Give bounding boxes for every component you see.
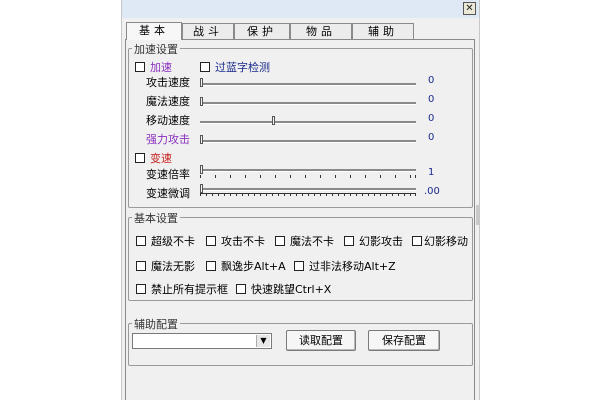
attack-speed-track (200, 83, 416, 86)
accel-settings-group (128, 48, 473, 208)
phantom-move-label: 幻影移动 (424, 235, 468, 248)
save-config-button[interactable]: 保存配置 (368, 330, 440, 351)
attack-no-lag-label: 攻击不卡 (221, 235, 265, 248)
magic-no-lag-label: 魔法不卡 (290, 235, 334, 248)
tab-items[interactable]: 物品 (290, 23, 352, 40)
magic-speed-track (200, 102, 416, 105)
move-speed-value: 0 (428, 113, 435, 124)
bypass-illegal-move-checkbox[interactable] (294, 261, 304, 271)
float-step-label: 飘逸步Alt+A (221, 260, 286, 273)
title-bar: ✕ (122, 0, 479, 18)
attack-speed-slider[interactable] (200, 78, 203, 87)
power-attack-label: 强力攻击 (146, 133, 190, 146)
tab-combat[interactable]: 战斗 (182, 23, 234, 40)
panel-edge-marker (476, 205, 479, 225)
phantom-attack-checkbox[interactable] (344, 236, 354, 246)
close-button[interactable]: ✕ (463, 2, 476, 15)
quick-jump-checkbox[interactable] (236, 284, 246, 294)
speed-change-label: 变速 (150, 152, 172, 165)
magic-no-shadow-label: 魔法无影 (151, 260, 195, 273)
config-select[interactable]: ▼ (132, 333, 272, 349)
disable-all-prompts-label: 禁止所有提示框 (151, 283, 228, 296)
speed-rate-slider[interactable] (200, 165, 203, 174)
accel-settings-legend: 加速设置 (132, 41, 180, 57)
basic-settings-legend: 基本设置 (132, 210, 180, 226)
magic-speed-slider[interactable] (200, 97, 203, 106)
bypass-illegal-move-label: 过非法移动Alt+Z (309, 260, 396, 273)
attack-speed-label: 攻击速度 (146, 76, 190, 89)
speed-fine-value: .00 (424, 186, 440, 197)
speed-fine-slider[interactable] (200, 184, 203, 193)
read-config-button[interactable]: 读取配置 (286, 330, 356, 351)
speed-fine-track (200, 188, 416, 191)
bypass-blue-text-label: 过蓝字检测 (215, 61, 270, 74)
speed-rate-track (200, 169, 416, 172)
super-no-lag-label: 超级不卡 (151, 235, 195, 248)
move-speed-track (200, 121, 416, 124)
speed-rate-label: 变速倍率 (146, 168, 190, 181)
disable-all-prompts-checkbox[interactable] (136, 284, 146, 294)
magic-speed-label: 魔法速度 (146, 95, 190, 108)
magic-no-shadow-checkbox[interactable] (136, 261, 146, 271)
float-step-checkbox[interactable] (206, 261, 216, 271)
speed-fine-label: 变速微调 (146, 187, 190, 200)
power-attack-slider[interactable] (200, 135, 203, 144)
speed-rate-value: 1 (428, 167, 435, 178)
attack-speed-value: 0 (428, 75, 435, 86)
magic-no-lag-checkbox[interactable] (275, 236, 285, 246)
power-attack-track (200, 140, 416, 143)
move-speed-slider[interactable] (272, 116, 276, 125)
phantom-move-checkbox[interactable] (412, 236, 422, 246)
bypass-blue-text-checkbox[interactable] (200, 62, 210, 72)
attack-no-lag-checkbox[interactable] (206, 236, 216, 246)
super-no-lag-checkbox[interactable] (136, 236, 146, 246)
tab-assist[interactable]: 辅助 (352, 23, 414, 40)
speed-change-checkbox[interactable] (135, 153, 145, 163)
accel-checkbox[interactable] (135, 62, 145, 72)
speed-fine-ticks (200, 193, 416, 196)
speed-rate-ticks (200, 175, 416, 178)
tab-basic[interactable]: 基本 (126, 22, 182, 40)
chevron-down-icon[interactable]: ▼ (256, 335, 270, 347)
magic-speed-value: 0 (428, 94, 435, 105)
phantom-attack-label: 幻影攻击 (359, 235, 403, 248)
close-icon: ✕ (465, 3, 474, 14)
assist-config-legend: 辅助配置 (132, 316, 180, 332)
accel-label: 加速 (150, 61, 172, 74)
app-window: ✕ 基本 战斗 保护 物品 辅助 加速设置 加速 过蓝字检测 攻击速度 0 魔法… (121, 0, 480, 400)
tab-protect[interactable]: 保护 (234, 23, 290, 40)
power-attack-value: 0 (428, 132, 435, 143)
quick-jump-label: 快速跳望Ctrl+X (251, 283, 332, 296)
move-speed-label: 移动速度 (146, 114, 190, 127)
